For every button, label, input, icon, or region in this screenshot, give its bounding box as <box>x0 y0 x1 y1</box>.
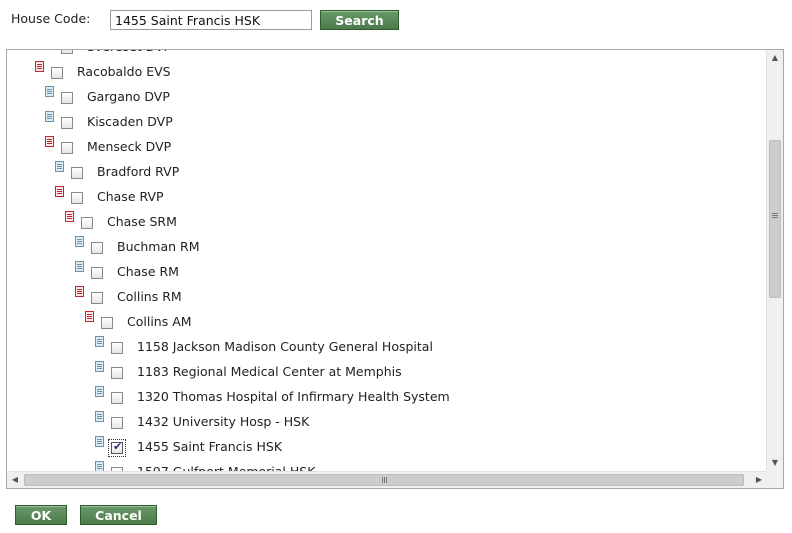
doc-red-icon[interactable] <box>85 311 94 322</box>
node-checkbox[interactable] <box>111 417 123 429</box>
doc-blue-icon[interactable] <box>55 161 64 172</box>
horizontal-scroll-thumb[interactable] <box>24 474 744 486</box>
node-label[interactable]: Chase RM <box>117 264 179 279</box>
node-label[interactable]: Buchman RM <box>117 239 200 254</box>
node-checkbox[interactable] <box>91 242 103 254</box>
node-label[interactable]: Chase SRM <box>107 214 177 229</box>
tree-node[interactable]: Bradford RVP <box>7 160 767 185</box>
tree-node[interactable]: Collins AM <box>7 310 767 335</box>
tree-node[interactable]: Chase RVP <box>7 185 767 210</box>
doc-blue-icon[interactable] <box>95 411 104 422</box>
node-checkbox[interactable] <box>61 50 73 54</box>
node-checkbox[interactable] <box>111 367 123 379</box>
tree-node[interactable]: Buchman RM <box>7 235 767 260</box>
scroll-right-arrow-icon[interactable]: ▶ <box>751 472 767 488</box>
doc-blue-icon[interactable] <box>45 86 54 97</box>
doc-blue-icon[interactable] <box>75 236 84 247</box>
node-checkbox[interactable] <box>108 439 126 457</box>
scroll-corner <box>766 471 783 488</box>
tree-node[interactable]: Kiscaden DVP <box>7 110 767 135</box>
house-tree: Svereset DVP Racobaldo EVS Gargano DVP Kisc… <box>7 50 767 471</box>
house-code-input[interactable] <box>110 10 312 30</box>
node-checkbox[interactable] <box>71 192 83 204</box>
node-label[interactable]: Collins AM <box>127 314 192 329</box>
search-button[interactable]: Search <box>320 10 399 30</box>
doc-blue-icon[interactable] <box>45 111 54 122</box>
node-checkbox[interactable] <box>111 342 123 354</box>
node-checkbox[interactable] <box>91 292 103 304</box>
grip-icon <box>772 213 778 214</box>
doc-blue-icon[interactable] <box>95 361 104 372</box>
tree-node[interactable]: 1158 Jackson Madison County General Hosp… <box>7 335 767 360</box>
doc-blue-icon[interactable] <box>95 461 104 471</box>
node-label[interactable]: Chase RVP <box>97 189 164 204</box>
node-label[interactable]: 1320 Thomas Hospital of Infirmary Health… <box>137 389 450 404</box>
node-checkbox[interactable] <box>101 317 113 329</box>
node-checkbox[interactable] <box>71 167 83 179</box>
house-code-bar: House Code: Search <box>0 0 792 44</box>
tree-node[interactable]: 1320 Thomas Hospital of Infirmary Health… <box>7 385 767 410</box>
ok-button[interactable]: OK <box>15 505 67 525</box>
doc-blue-icon[interactable] <box>95 436 104 447</box>
node-label[interactable]: 1158 Jackson Madison County General Hosp… <box>137 339 433 354</box>
node-checkbox[interactable] <box>81 217 93 229</box>
node-label[interactable]: 1455 Saint Francis HSK <box>137 439 282 454</box>
doc-red-icon[interactable] <box>65 211 74 222</box>
scroll-left-arrow-icon[interactable]: ◀ <box>7 472 23 488</box>
node-label[interactable]: Gargano DVP <box>87 89 170 104</box>
tree-node[interactable]: 1432 University Hosp - HSK <box>7 410 767 435</box>
doc-blue-icon[interactable] <box>95 386 104 397</box>
doc-red-icon[interactable] <box>55 186 64 197</box>
tree-node[interactable]: Svereset DVP <box>7 50 767 60</box>
vertical-scrollbar[interactable]: ▲ ▼ <box>766 50 783 471</box>
node-label[interactable]: Collins RM <box>117 289 182 304</box>
scroll-up-arrow-icon[interactable]: ▲ <box>767 50 783 66</box>
tree-node[interactable]: 1183 Regional Medical Center at Memphis <box>7 360 767 385</box>
tree-node[interactable]: 1597 Gulfport Memorial HSK <box>7 460 767 471</box>
doc-red-icon[interactable] <box>35 61 44 72</box>
tree-node[interactable]: Collins RM <box>7 285 767 310</box>
doc-red-icon[interactable] <box>75 286 84 297</box>
tree-node[interactable]: Chase SRM <box>7 210 767 235</box>
doc-red-icon[interactable] <box>45 136 54 147</box>
scroll-down-arrow-icon[interactable]: ▼ <box>767 455 783 471</box>
tree-node[interactable]: Gargano DVP <box>7 85 767 110</box>
node-label[interactable]: Kiscaden DVP <box>87 114 173 129</box>
node-checkbox[interactable] <box>111 392 123 404</box>
tree-node[interactable]: Racobaldo EVS <box>7 60 767 85</box>
node-checkbox[interactable] <box>51 67 63 79</box>
cancel-button[interactable]: Cancel <box>80 505 157 525</box>
doc-blue-icon[interactable] <box>75 261 84 272</box>
node-checkbox[interactable] <box>91 267 103 279</box>
node-label[interactable]: 1432 University Hosp - HSK <box>137 414 309 429</box>
node-label[interactable]: 1597 Gulfport Memorial HSK <box>137 464 315 471</box>
node-label[interactable]: Menseck DVP <box>87 139 171 154</box>
horizontal-scrollbar[interactable]: ◀ ▶ <box>7 471 767 488</box>
house-tree-panel: Svereset DVP Racobaldo EVS Gargano DVP Kisc… <box>6 49 784 489</box>
node-checkbox[interactable] <box>61 92 73 104</box>
grip-icon <box>382 477 383 483</box>
tree-node[interactable]: Chase RM <box>7 260 767 285</box>
node-label[interactable]: Bradford RVP <box>97 164 179 179</box>
node-checkbox[interactable] <box>61 142 73 154</box>
tree-node[interactable]: Menseck DVP <box>7 135 767 160</box>
node-label[interactable]: 1183 Regional Medical Center at Memphis <box>137 364 402 379</box>
node-label[interactable]: Svereset DVP <box>87 50 171 54</box>
vertical-scroll-thumb[interactable] <box>769 140 781 298</box>
tree-viewport: Svereset DVP Racobaldo EVS Gargano DVP Kisc… <box>7 50 767 471</box>
house-code-label: House Code: <box>11 11 91 26</box>
tree-node[interactable]: 1455 Saint Francis HSK <box>7 435 767 460</box>
node-label[interactable]: Racobaldo EVS <box>77 64 171 79</box>
node-checkbox[interactable] <box>61 117 73 129</box>
doc-blue-icon[interactable] <box>95 336 104 347</box>
